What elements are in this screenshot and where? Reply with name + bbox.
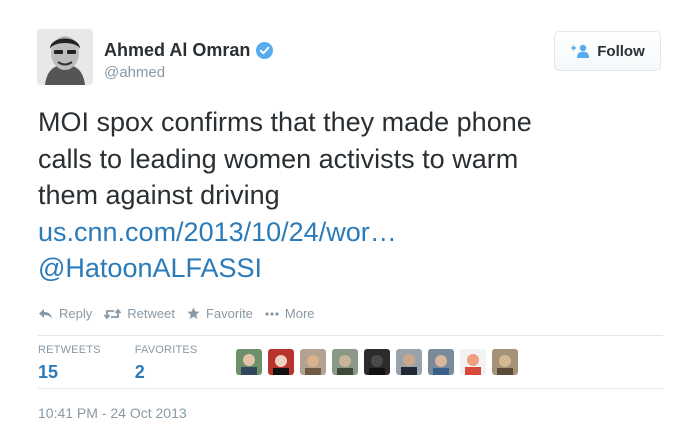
more-action[interactable]: More — [265, 306, 315, 321]
retweet-icon — [104, 308, 122, 320]
favorites-label: FAVORITES — [134, 344, 198, 356]
reply-action[interactable]: Reply — [38, 306, 92, 321]
retweeter-avatar[interactable] — [428, 349, 454, 375]
star-icon — [187, 307, 200, 320]
tweet-line: calls to leading women activists to warm — [38, 143, 519, 174]
retweets-stat[interactable]: RETWEETS 15 — [38, 344, 101, 383]
retweeter-avatars — [236, 349, 518, 375]
tweet-link[interactable]: us.cnn.com/2013/10/24/wor… — [38, 214, 668, 251]
tweet-stats: RETWEETS 15 FAVORITES 2 — [38, 344, 231, 383]
retweeter-avatar[interactable] — [300, 349, 326, 375]
retweeter-avatar[interactable] — [268, 349, 294, 375]
add-user-icon — [570, 44, 590, 58]
tweet-mention[interactable]: @HatoonALFASSI — [38, 250, 668, 287]
retweets-label: RETWEETS — [38, 344, 101, 356]
verified-badge-icon — [256, 42, 274, 59]
tweet-timestamp[interactable]: 10:41 PM - 24 Oct 2013 — [38, 405, 187, 421]
retweets-count: 15 — [38, 362, 59, 382]
divider-bottom — [38, 388, 663, 389]
retweeter-avatar[interactable] — [460, 349, 486, 375]
retweeter-avatar[interactable] — [332, 349, 358, 375]
more-label: More — [284, 306, 315, 321]
retweeter-avatar[interactable] — [492, 349, 518, 375]
divider-top — [38, 335, 663, 336]
tweet-line: MOI spox confirms that they made phone — [38, 107, 532, 137]
author-name[interactable]: Ahmed Al Omran — [104, 40, 250, 61]
retweet-label: Retweet — [127, 306, 175, 321]
favorite-action[interactable]: Favorite — [187, 306, 253, 321]
reply-label: Reply — [59, 306, 93, 321]
follow-button[interactable]: Follow — [554, 31, 661, 71]
more-dots-icon — [265, 311, 279, 316]
favorite-label: Favorite — [205, 306, 253, 321]
retweeter-avatar[interactable] — [364, 349, 390, 375]
retweet-action[interactable]: Retweet — [104, 306, 175, 321]
retweeter-avatar[interactable] — [236, 349, 262, 375]
retweeter-avatar[interactable] — [396, 349, 422, 375]
tweet-actions: Reply Retweet Favorite More — [38, 306, 315, 321]
author-name-row[interactable]: Ahmed Al Omran — [104, 40, 274, 61]
tweet-line: them against driving — [38, 180, 280, 210]
favorites-stat[interactable]: FAVORITES 2 — [135, 344, 198, 383]
author-handle[interactable]: @ahmed — [104, 64, 165, 81]
favorites-count: 2 — [134, 362, 145, 382]
follow-button-label: Follow — [597, 42, 645, 60]
author-avatar[interactable] — [37, 29, 93, 85]
tweet-text: MOI spox confirms that they made phone c… — [38, 104, 668, 287]
reply-icon — [38, 308, 53, 320]
